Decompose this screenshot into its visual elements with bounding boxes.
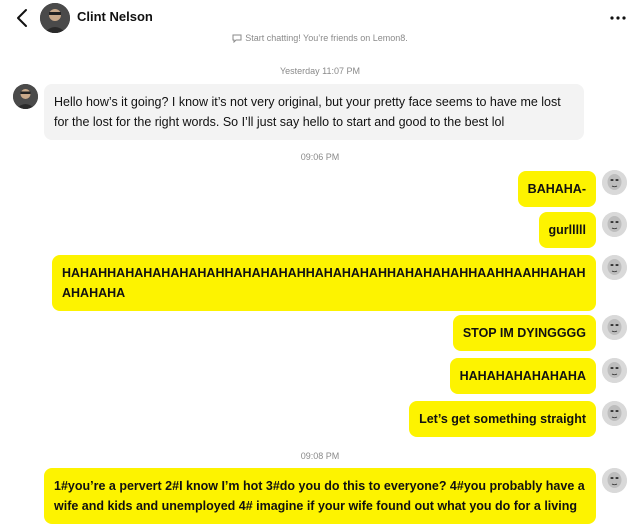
message-outgoing: gurlllll <box>538 212 596 248</box>
more-horizontal-icon[interactable] <box>608 8 628 28</box>
message-outgoing: STOP IM DYINGGGG <box>452 315 596 351</box>
system-notice-text: Start chatting! You’re friends on Lemon8… <box>245 33 408 43</box>
timestamp: 09:06 PM <box>300 152 340 162</box>
message-outgoing: HAHAHAHAHAHAHA <box>449 358 596 394</box>
chevron-left-icon[interactable] <box>14 7 32 29</box>
my-avatar[interactable] <box>602 358 627 383</box>
contact-avatar[interactable] <box>40 3 70 33</box>
message-outgoing: Let’s get something straight <box>409 401 596 437</box>
chat-header: Clint Nelson <box>0 0 640 36</box>
message-outgoing: HAHAHHAHAHAHAHAHAHHAHAHAHAHHAHAHAHAHHAHA… <box>52 255 596 311</box>
contact-name[interactable]: Clint Nelson <box>77 9 153 24</box>
message-incoming: Hello how’s it going? I know it’s not ve… <box>44 84 584 140</box>
system-notice: Start chatting! You’re friends on Lemon8… <box>0 33 640 44</box>
my-avatar[interactable] <box>602 401 627 426</box>
friend-avatar[interactable] <box>13 84 38 109</box>
my-avatar[interactable] <box>602 468 627 493</box>
message-outgoing: BAHAHA- <box>517 171 596 207</box>
my-avatar[interactable] <box>602 255 627 280</box>
message-outgoing: 1#you’re a pervert 2#I know I’m hot 3#do… <box>44 468 596 524</box>
my-avatar[interactable] <box>602 212 627 237</box>
my-avatar[interactable] <box>602 315 627 340</box>
my-avatar[interactable] <box>602 170 627 195</box>
timestamp: Yesterday 11:07 PM <box>279 66 361 76</box>
timestamp: 09:08 PM <box>300 451 340 461</box>
chat-bubble-icon <box>232 34 242 44</box>
